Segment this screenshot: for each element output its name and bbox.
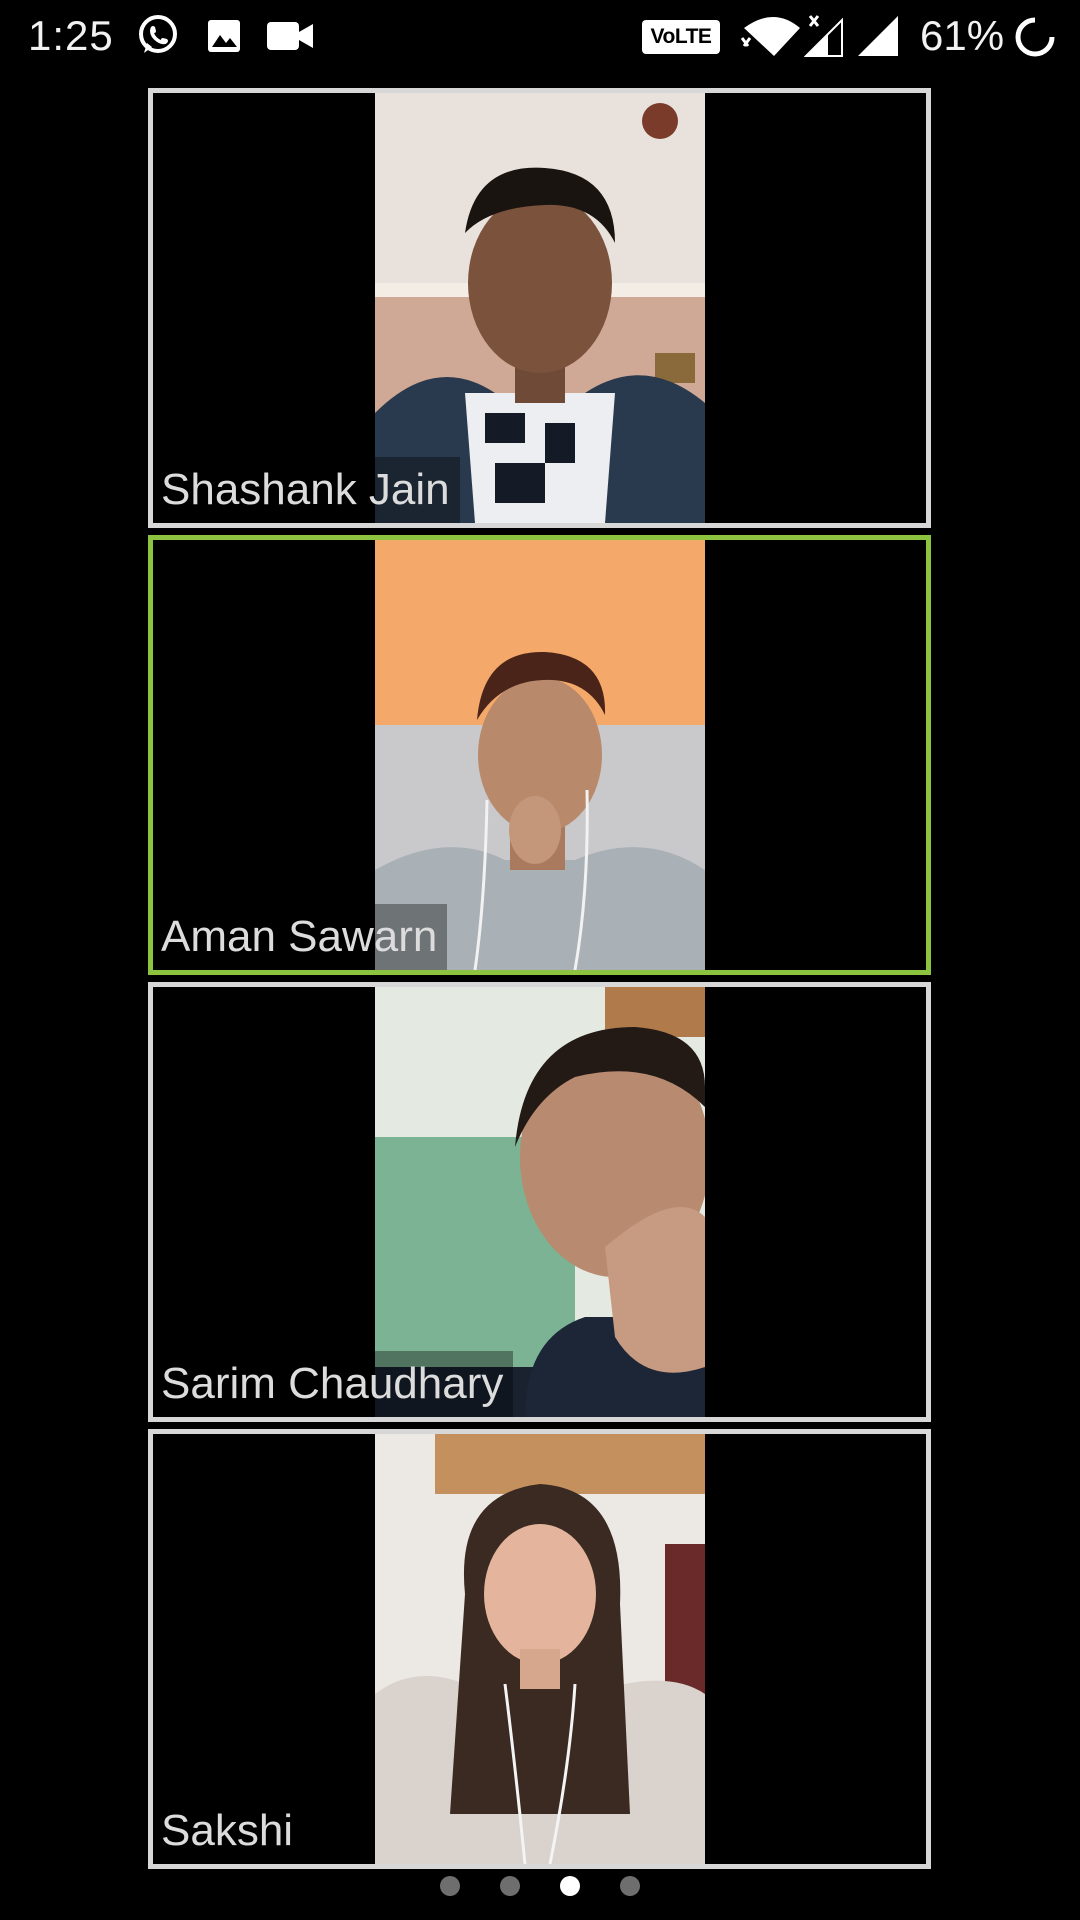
signal-icon bbox=[804, 15, 843, 57]
participant-tile-active-speaker[interactable]: Aman Sawarn bbox=[148, 535, 931, 975]
battery-saver-icon bbox=[1015, 17, 1055, 57]
page-dot-1[interactable] bbox=[440, 1876, 460, 1896]
whatsapp-icon bbox=[139, 15, 177, 53]
participant-tile[interactable]: Shashank Jain bbox=[148, 88, 931, 528]
participant-name: Aman Sawarn bbox=[155, 904, 448, 970]
gallery-icon bbox=[208, 20, 240, 52]
participant-tile[interactable]: Sarim Chaudhary bbox=[148, 982, 931, 1422]
participant-name: Shashank Jain bbox=[155, 457, 460, 523]
page-dot-4[interactable] bbox=[620, 1876, 640, 1896]
status-time: 1:25 bbox=[28, 12, 114, 59]
video-camera-icon bbox=[267, 22, 313, 50]
page-dot-2[interactable] bbox=[500, 1876, 520, 1896]
signal-icon bbox=[858, 16, 898, 56]
page-indicator[interactable] bbox=[0, 1876, 1080, 1900]
participant-name: Sakshi bbox=[155, 1798, 304, 1864]
wifi-icon bbox=[740, 17, 800, 56]
battery-percent: 61% bbox=[920, 12, 1005, 59]
page-dot-3-current[interactable] bbox=[560, 1876, 580, 1896]
video-feed bbox=[375, 1434, 705, 1864]
participant-tile[interactable]: Sakshi bbox=[148, 1429, 931, 1869]
status-bar: 1:25 VoLTE 61% bbox=[0, 0, 1080, 76]
volte-badge: VoLTE bbox=[642, 20, 720, 54]
participant-name: Sarim Chaudhary bbox=[155, 1351, 514, 1417]
